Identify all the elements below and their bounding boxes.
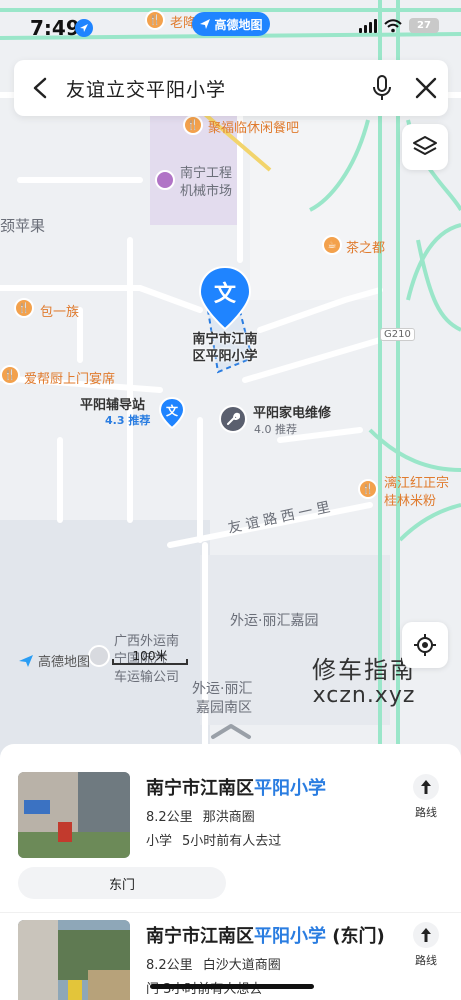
poi-apple-fragment[interactable]: 颈苹果 [0, 215, 45, 236]
location-arrow-icon [75, 19, 93, 37]
poi-garden[interactable]: 外运·丽汇嘉园 [230, 610, 318, 630]
result-area: 那洪商圈 [202, 810, 255, 825]
home-indicator[interactable] [150, 984, 314, 989]
school-pin-label-line1: 南宁市江南 [192, 332, 258, 347]
school-pin-label-line2: 区平阳小学 [192, 349, 258, 364]
tea-marker-icon[interactable]: ☕ [322, 235, 342, 255]
close-icon [415, 77, 437, 99]
crosshair-icon [414, 634, 436, 656]
layers-icon [413, 136, 437, 155]
locate-me-button[interactable] [402, 622, 448, 668]
map-scale-bar [112, 659, 188, 665]
result-subtitle: 8.2公里 那洪商圈 [146, 806, 255, 825]
result-distance: 8.2公里 [146, 958, 193, 973]
poi-tea[interactable]: 茶之都 [346, 237, 385, 256]
route-arrow-icon [413, 774, 439, 800]
chevron-left-icon [33, 77, 47, 99]
battery-level: 27 [417, 20, 431, 31]
station-pin-icon[interactable]: 文 [158, 396, 186, 430]
map-scale: 100米 [112, 647, 188, 665]
result-meta: 小学 5小时前有人去过 [146, 830, 281, 849]
sheet-expand-chevron-icon[interactable] [210, 722, 252, 744]
wifi-icon [384, 18, 402, 32]
amap-logo-icon [19, 654, 33, 667]
status-bar: 7:49 高德地图 27 [0, 0, 461, 52]
watermark-cn: 修车指南 [312, 656, 416, 684]
search-input[interactable]: 友谊立交平阳小学 [66, 75, 360, 102]
poi-repair-name[interactable]: 平阳家电维修 [253, 402, 331, 421]
status-icons: 27 [359, 18, 439, 33]
poi-noodle-line1[interactable]: 漓江红正宗 [384, 472, 449, 491]
restaurant-marker-icon[interactable]: 🍴 [0, 365, 20, 385]
result-area: 白沙大道商圈 [202, 958, 281, 973]
result-visited: 5小时前有人去过 [182, 834, 282, 849]
microphone-icon [373, 75, 391, 100]
result-title-highlight: 平阳小学 [254, 926, 326, 947]
cellular-signal-icon [359, 18, 377, 33]
poi-baoyizu[interactable]: 包一族 [40, 301, 79, 320]
amap-logo-text: 高德地图 [38, 655, 91, 670]
poi-station-rating: 4.3 推荐 [105, 414, 151, 427]
watermark-en: xczn.xyz [312, 683, 416, 708]
route-arrow-icon [413, 922, 439, 948]
result-title-prefix: 南宁市江南区 [146, 926, 254, 947]
entrance-tag-button[interactable]: 东门 [18, 867, 226, 899]
school-pin-icon[interactable]: 文 [197, 265, 253, 331]
route-button[interactable]: 路线 [404, 774, 448, 820]
result-thumbnail[interactable] [18, 772, 130, 858]
poi-restaurant-jufulin[interactable]: 聚福临休闲餐吧 [208, 117, 299, 136]
school-pin-glyph: 文 [214, 281, 237, 307]
transport-marker-icon[interactable] [88, 645, 110, 667]
poi-garden-south-line1[interactable]: 外运·丽汇 [192, 678, 252, 698]
app-return-label: 高德地图 [214, 17, 263, 32]
poi-machinery-market-line2[interactable]: 机械市场 [180, 180, 232, 199]
wrench-icon[interactable] [219, 405, 247, 433]
result-title-prefix: 南宁市江南区 [146, 778, 254, 799]
clear-search-button[interactable] [404, 60, 448, 116]
school-pin-label[interactable]: 南宁市江南 区平阳小学 [183, 331, 267, 365]
poi-repair-rating: 4.0 推荐 [254, 423, 297, 436]
route-label: 路线 [415, 954, 437, 967]
poi-station-name[interactable]: 平阳辅导站 [80, 394, 145, 413]
voice-search-button[interactable] [360, 60, 404, 116]
road-sign-g210: G210 [380, 328, 415, 341]
result-divider [0, 912, 461, 913]
result-title-suffix: (东门) [326, 926, 385, 947]
status-time: 7:49 [30, 16, 80, 40]
poi-transport-line3[interactable]: 车运输公司 [114, 666, 179, 685]
results-sheet[interactable]: 南宁市江南区平阳小学 8.2公里那洪商圈 小学5小时前有人去过 路线 东门 [0, 744, 461, 1000]
result-title[interactable]: 南宁市江南区平阳小学 (东门) [146, 922, 385, 948]
route-label: 路线 [415, 806, 437, 819]
result-category: 小学 [146, 834, 173, 849]
back-button[interactable] [14, 60, 66, 116]
poi-aibang[interactable]: 爱帮厨上门宴席 [24, 368, 115, 387]
restaurant-marker-icon[interactable]: 🍴 [14, 298, 34, 318]
result-distance: 8.2公里 [146, 810, 193, 825]
poi-machinery-market-line1[interactable]: 南宁工程 [180, 162, 232, 181]
app-return-pill[interactable]: 高德地图 [192, 12, 270, 36]
poi-noodle-line2[interactable]: 桂林米粉 [384, 490, 436, 509]
route-button[interactable]: 路线 [404, 922, 448, 968]
poi-garden-south-line2[interactable]: 嘉园南区 [196, 697, 252, 717]
battery-icon: 27 [409, 18, 439, 33]
back-arrow-icon [200, 19, 211, 29]
search-bar: 友谊立交平阳小学 [14, 60, 448, 116]
result-title[interactable]: 南宁市江南区平阳小学 [146, 774, 326, 800]
result-thumbnail[interactable] [18, 920, 130, 1000]
map-layers-button[interactable] [402, 124, 448, 170]
watermark: 修车指南 xczn.xyz [312, 650, 416, 708]
result-title-highlight: 平阳小学 [254, 778, 326, 799]
result-subtitle: 8.2公里 白沙大道商圈 [146, 954, 281, 973]
market-marker-icon[interactable] [155, 170, 175, 190]
amap-logo: 高德地图 [18, 651, 90, 670]
restaurant-marker-icon[interactable]: 🍴 [183, 115, 203, 135]
restaurant-marker-icon[interactable]: 🍴 [358, 479, 378, 499]
station-pin-glyph: 文 [166, 403, 179, 418]
